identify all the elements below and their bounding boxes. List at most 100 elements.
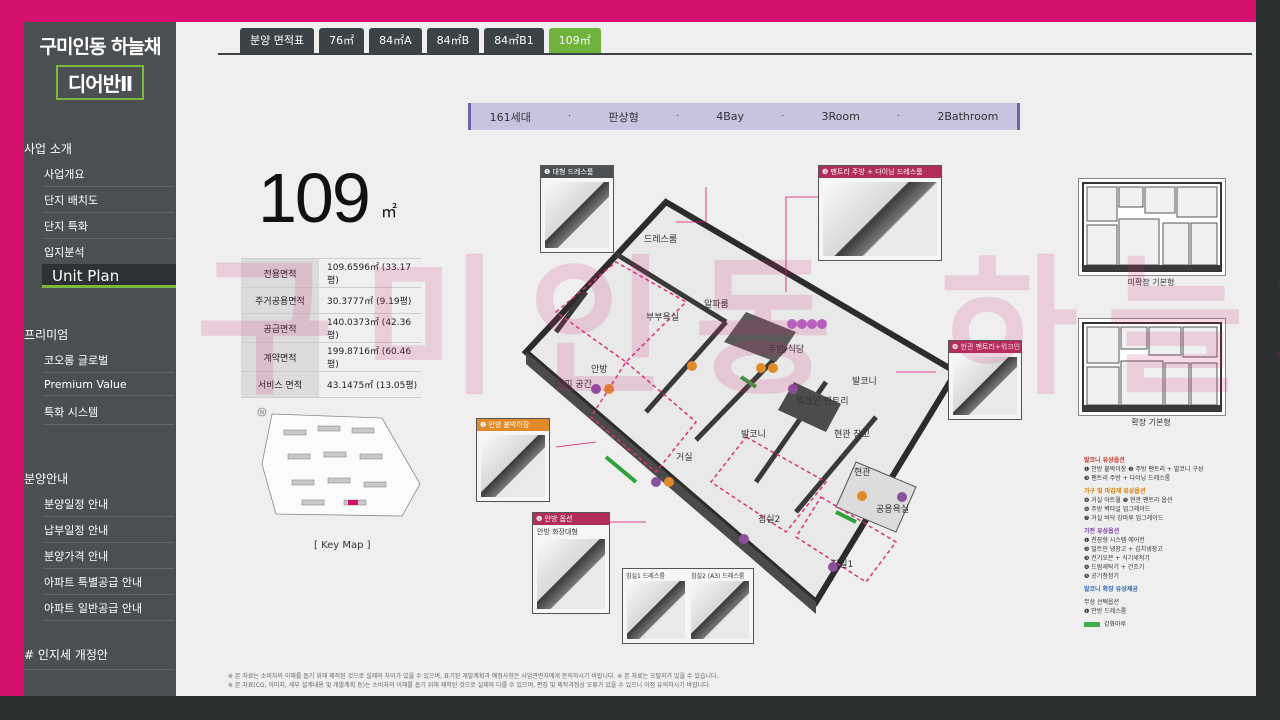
area-value: 43.1475㎡ (13.05평) — [319, 371, 421, 398]
menu-item-special[interactable]: 단지 특화 — [44, 218, 174, 239]
menu-section-stamp-tax[interactable]: # 인지세 개정안 — [24, 646, 174, 670]
option-photo-dressroom[interactable]: ❶ 대형 드레스룸 — [540, 165, 614, 253]
frame-top — [0, 0, 1280, 22]
area-label: 서비스 면적 — [241, 371, 319, 398]
main-content: 분양 면적표 76㎡ 84㎡A 84㎡B 84㎡B1 109㎡ 161세대 · … — [176, 22, 1280, 696]
menu-section-sales[interactable]: 분양안내 — [24, 470, 68, 487]
option-legend: 발코니 유상옵션 ❶ 안방 붙박이장 ❷ 주방 팬트리 + 발코니 구성 ❸ 팬… — [1084, 456, 1204, 629]
option-photo-kitchen[interactable]: ❸ 팬트리 주방 + 다이닝 드레스룸 — [818, 165, 942, 261]
mini-plan-drawing — [1082, 182, 1222, 272]
area-value: 30.3777㎡ (9.19평) — [319, 287, 421, 314]
legend-item: ❹ 거실 아트월 ❺ 현관 팬트리 옵션 — [1084, 497, 1173, 504]
sidebar: 구미인동 하늘채 디어반Ⅱ 사업 소개 사업개요 단지 배치도 단지 특화 입지… — [24, 22, 176, 696]
key-map: N — [257, 407, 421, 517]
summary-separator: · — [781, 111, 785, 122]
legend-item: ❶ 천장형 시스템 에어컨 — [1084, 537, 1145, 544]
tab-84b1[interactable]: 84㎡B1 — [484, 28, 544, 53]
menu-item-general-supply[interactable]: 아파트 일반공급 안내 — [44, 600, 174, 621]
legend-swatch — [1084, 622, 1100, 627]
table-row: 서비스 면적 43.1475㎡ (13.05평) — [241, 371, 421, 398]
floor-plan-unexpanded[interactable] — [1078, 178, 1226, 276]
tab-area-table[interactable]: 분양 면적표 — [240, 28, 315, 53]
photo-image — [537, 539, 605, 609]
tab-underline — [218, 53, 1252, 55]
legend-item: ❼ 거실 바닥 강마루 업그레이드 — [1084, 515, 1164, 522]
summary-rooms: 3Room — [821, 110, 860, 123]
photo-caption: 침실1 드레스룸 — [626, 573, 665, 580]
menu-section-premium[interactable]: 프리미엄 — [24, 326, 68, 343]
table-row: 계약면적 199.8716㎡ (60.46평) — [241, 342, 421, 372]
tab-84a[interactable]: 84㎡A — [369, 28, 422, 53]
menu-item-unit-plan[interactable]: Unit Plan — [42, 264, 176, 288]
option-photo-wardrobe[interactable]: ❶ 안방 붙박이장 — [476, 418, 550, 502]
menu-item-special-system[interactable]: 특화 시스템 — [44, 404, 174, 425]
logo[interactable]: 구미인동 하늘채 디어반Ⅱ — [24, 32, 176, 100]
summary-separator: · — [896, 111, 901, 122]
table-row: 공급면적 140.0373㎡ (42.36평) — [241, 313, 421, 343]
frame-left — [0, 0, 24, 720]
summary-type: 판상형 — [608, 110, 639, 124]
photo-subcaption: 안방 화장대형 — [537, 528, 578, 536]
photo-caption: ❶ 안방 옵션 — [533, 513, 609, 525]
menu-item-kolon[interactable]: 코오롱 글로벌 — [44, 352, 174, 373]
summary-bay: 4Bay — [716, 110, 744, 123]
floor-plan-expanded[interactable] — [1078, 318, 1226, 416]
legend-item: ❷ 빌트인 냉장고 + 김치냉장고 — [1084, 546, 1163, 553]
frame-right — [1256, 0, 1280, 720]
room-label: 거실 — [676, 452, 693, 463]
menu-item-premium-value[interactable]: Premium Value — [44, 378, 174, 396]
menu-item-special-supply[interactable]: 아파트 특별공급 안내 — [44, 574, 174, 595]
menu-item-price[interactable]: 분양가격 안내 — [44, 548, 174, 569]
legend-item: ❸ 전기오븐 + 식기세척기 — [1084, 555, 1150, 562]
frame-bottom — [0, 696, 1280, 720]
room-label: 드레스룸 — [644, 234, 677, 245]
mini-plan-caption: 확장 기본형 — [1131, 418, 1171, 427]
room-label: 알파룸 — [704, 299, 729, 310]
room-label: 현관 — [854, 467, 871, 478]
area-value: 140.0373㎡ (42.36평) — [319, 313, 421, 343]
unit-size-unit: ㎡ — [381, 202, 398, 221]
option-photo-master[interactable]: ❶ 안방 옵션 안방 화장대형 — [532, 512, 610, 614]
photo-image — [481, 435, 545, 497]
photo-caption: 침실2 (A3) 드레스룸 — [691, 573, 745, 580]
mini-plan-drawing — [1082, 322, 1222, 412]
menu-section-business[interactable]: 사업 소개 — [24, 140, 72, 157]
menu-item-payment[interactable]: 납부일정 안내 — [44, 522, 174, 543]
menu-item-overview[interactable]: 사업개요 — [44, 166, 174, 187]
option-photo-bedrooms[interactable]: 침실1 드레스룸 침실2 (A3) 드레스룸 — [622, 568, 754, 644]
legend-heading: 발코니 유상옵션 — [1084, 457, 1125, 464]
legend-heading: 가전 유상옵션 — [1084, 528, 1120, 535]
summary-households: 161세대 — [489, 110, 531, 124]
summary-separator: · — [567, 111, 572, 122]
room-label: 침실2 — [758, 514, 780, 525]
menu-item-schedule[interactable]: 분양일정 안내 — [44, 496, 174, 517]
menu-item-site-plan[interactable]: 단지 배치도 — [44, 192, 174, 213]
legend-heading: 무상 선택옵션 — [1084, 599, 1120, 606]
room-label: 안방 — [591, 364, 608, 375]
logo-subtitle: 디어반Ⅱ — [55, 65, 145, 100]
photo-image — [823, 182, 937, 256]
option-photo-pantry[interactable]: ❺ 현관 팬트리+워크인 드레스룸 — [948, 340, 1022, 420]
menu-item-location[interactable]: 입지분석 — [44, 244, 174, 265]
photo-caption: ❸ 팬트리 주방 + 다이닝 드레스룸 — [819, 166, 941, 178]
room-label: 주방/식당 — [768, 344, 804, 355]
legend-item: ❶ 안방 붙박이장 ❷ 주방 팬트리 + 발코니 구성 — [1084, 466, 1204, 473]
tab-84b[interactable]: 84㎡B — [426, 28, 480, 53]
unit-size-number: 109 — [258, 159, 371, 237]
legend-item: ❸ 팬트리 주방 + 다이닝 드레스룸 — [1084, 475, 1171, 482]
legend-item: ❹ 드럼세탁기 + 건조기 — [1084, 564, 1145, 571]
mini-plan-caption: 미확장 기본형 — [1127, 278, 1175, 287]
area-label: 주거공용면적 — [241, 287, 319, 314]
tab-109[interactable]: 109㎡ — [548, 28, 601, 53]
photo-image — [627, 581, 685, 639]
table-row: 주거공용면적 30.3777㎡ (9.19평) — [241, 287, 421, 314]
type-tabs: 분양 면적표 76㎡ 84㎡A 84㎡B 84㎡B1 109㎡ — [240, 28, 601, 53]
summary-baths: 2Bathroom — [937, 110, 999, 123]
photo-caption: ❶ 안방 붙박이장 — [477, 419, 549, 431]
tab-76[interactable]: 76㎡ — [319, 28, 365, 53]
summary-separator: · — [675, 111, 680, 122]
room-label: 발코니 — [852, 376, 877, 387]
unit-summary-bar: 161세대 · 판상형 · 4Bay · 3Room · 2Bathroom — [468, 103, 1020, 130]
photo-image — [691, 581, 749, 639]
legend-heading: 발코니 확장 유상제공 — [1084, 586, 1138, 593]
